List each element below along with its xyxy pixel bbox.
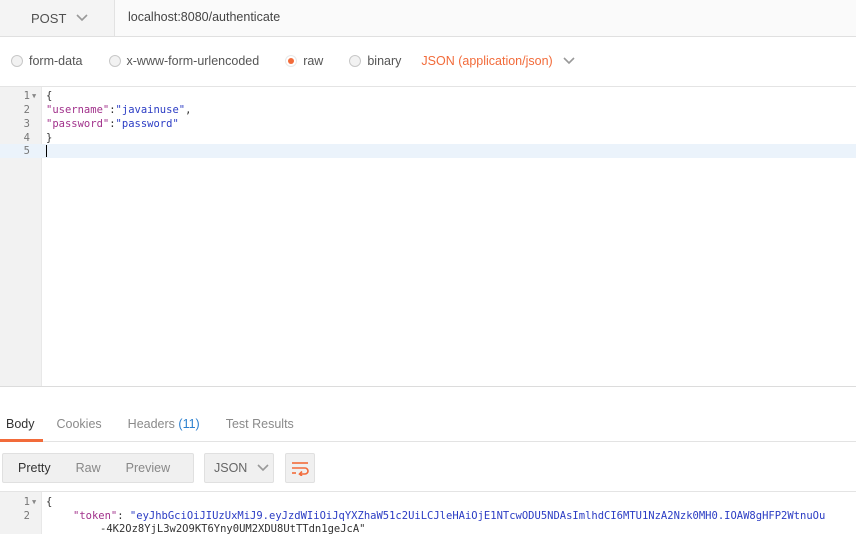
editor-line-active: 5 <box>0 144 856 158</box>
response-body-viewer[interactable]: 1 ▼ { 2 "token": "eyJhbGciOiJIUzUxMiJ9.e… <box>0 491 856 534</box>
request-bar: POST localhost:8080/authenticate <box>0 0 856 37</box>
view-mode-switch: Pretty Raw Preview <box>2 453 194 483</box>
line-number: 1 <box>23 496 30 508</box>
body-type-row: form-data x-www-form-urlencoded raw bina… <box>0 46 856 76</box>
code-text: "password":"password" <box>46 118 179 130</box>
tab-cookies[interactable]: Cookies <box>57 408 102 442</box>
tab-label: Headers <box>127 417 175 431</box>
line-number: 2 <box>23 104 30 116</box>
request-body-editor[interactable]: 1 ▼ { 2 "username":"javainuse", 3 "passw… <box>0 86 856 387</box>
radio-label: form-data <box>29 54 83 68</box>
json-string: "javainuse" <box>115 104 186 116</box>
preview-button[interactable]: Preview <box>126 461 170 475</box>
code-text: "username":"javainuse", <box>46 104 192 116</box>
fold-arrow-icon[interactable]: ▼ <box>32 89 36 103</box>
line-number: 3 <box>23 118 30 130</box>
format-dropdown[interactable]: JSON <box>204 453 274 483</box>
radio-x-www-form-urlencoded[interactable]: x-www-form-urlencoded <box>108 54 260 68</box>
fold-arrow-icon[interactable]: ▼ <box>32 495 36 509</box>
chevron-down-icon <box>257 464 269 472</box>
tab-label: Test Results <box>225 417 294 431</box>
line-number: 1 <box>23 90 30 102</box>
editor-line: 3 "password":"password" <box>0 117 856 131</box>
json-key: "username" <box>46 104 110 116</box>
text-cursor <box>46 145 47 157</box>
radio-icon <box>11 55 23 67</box>
editor-line: 1 ▼ { <box>0 89 856 103</box>
code-text: { <box>46 496 53 508</box>
line-number: 5 <box>23 145 30 157</box>
method-label: POST <box>31 10 67 26</box>
json-key: "token" <box>73 510 118 522</box>
url-input[interactable]: localhost:8080/authenticate <box>128 10 280 24</box>
pretty-button[interactable]: Pretty <box>18 461 51 475</box>
json-string: "eyJhbGciOiJIUzUxMiJ9.eyJzdWIiOiJqYXZhaW… <box>129 510 826 522</box>
radio-binary[interactable]: binary <box>349 54 401 68</box>
response-toolbar: Pretty Raw Preview JSON <box>0 453 856 483</box>
radio-icon <box>349 55 362 67</box>
chevron-down-icon <box>76 14 88 22</box>
code-text: "token": "eyJhbGciOiJIUzUxMiJ9.eyJzdWIiO… <box>73 510 826 522</box>
content-type-label: JSON (application/json) <box>421 54 553 68</box>
code-text: } <box>46 132 53 144</box>
response-tabs: Body Cookies Headers (11) Test Results <box>0 408 856 442</box>
radio-label: x-www-form-urlencoded <box>126 54 260 68</box>
raw-button[interactable]: Raw <box>76 461 101 475</box>
radio-selected-icon <box>285 55 298 67</box>
tab-headers[interactable]: Headers (11) <box>128 408 200 442</box>
headers-count: (11) <box>178 417 200 431</box>
json-string: -4K2Oz8YjL3w2O9KT6Yny0UM2XDU8UtTTdn1geJc… <box>100 523 366 534</box>
code-text: { <box>46 90 53 102</box>
radio-raw[interactable]: raw <box>285 54 323 68</box>
method-select[interactable]: POST <box>0 0 115 36</box>
response-line: 1 ▼ { <box>0 495 856 509</box>
wrap-lines-button[interactable] <box>285 453 315 483</box>
radio-form-data[interactable]: form-data <box>11 54 83 68</box>
json-key: "password" <box>46 118 110 130</box>
chevron-down-icon <box>563 57 575 65</box>
format-label: JSON <box>214 461 248 475</box>
response-line: 2 "token": "eyJhbGciOiJIUzUxMiJ9.eyJzdWI… <box>0 509 856 523</box>
radio-icon <box>108 55 121 67</box>
radio-label: binary <box>367 54 402 68</box>
line-number: 2 <box>23 510 30 522</box>
tab-label: Cookies <box>56 417 102 431</box>
editor-line: 2 "username":"javainuse", <box>0 103 856 117</box>
line-number: 4 <box>23 132 30 144</box>
tab-body[interactable]: Body <box>0 408 43 442</box>
wrap-lines-icon <box>292 462 309 476</box>
tab-label: Body <box>6 417 35 431</box>
editor-line: 4 } <box>0 131 856 145</box>
response-line-wrapped: -4K2Oz8YjL3w2O9KT6Yny0UM2XDU8UtTTdn1geJc… <box>0 522 856 534</box>
json-string: "password" <box>115 118 179 130</box>
radio-label: raw <box>303 54 324 68</box>
tab-test-results[interactable]: Test Results <box>226 408 294 442</box>
content-type-dropdown[interactable]: JSON (application/json) <box>421 54 575 68</box>
